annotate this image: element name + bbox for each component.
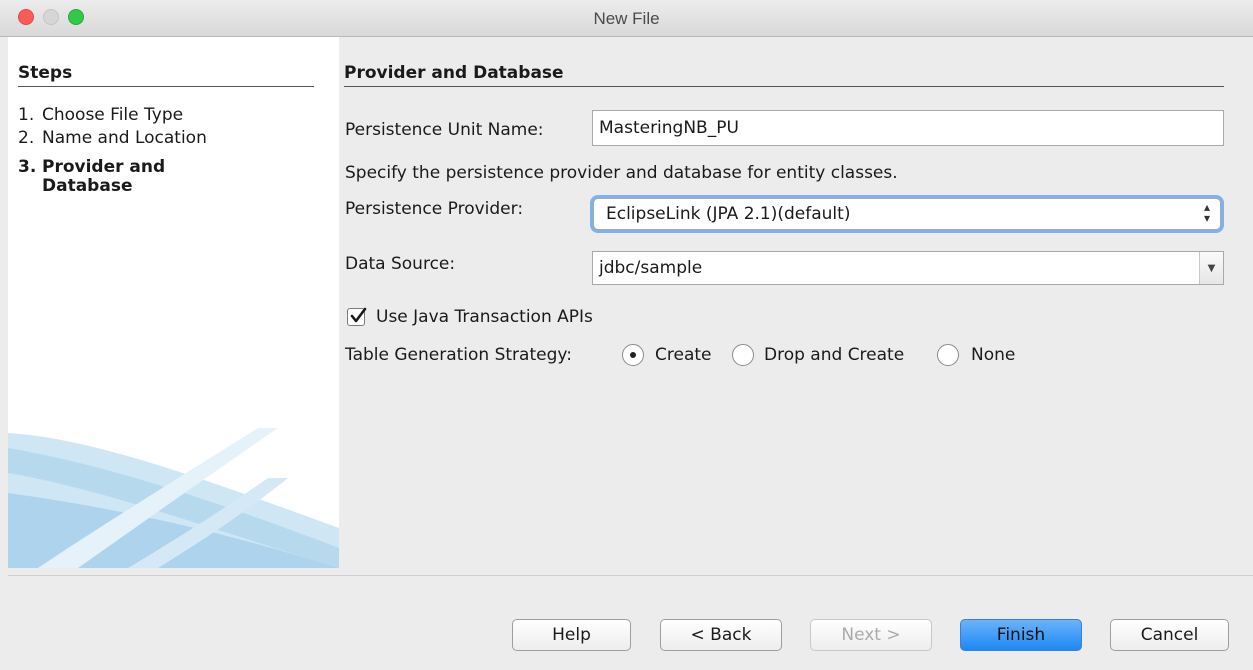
provider-popup[interactable]: EclipseLink (JPA 2.1)(default) ▴ ▾	[593, 198, 1221, 230]
provider-value: EclipseLink (JPA 2.1)(default)	[606, 204, 851, 224]
updown-arrows-icon: ▴ ▾	[1203, 200, 1210, 225]
radio-drop-and-create-label[interactable]: Drop and Create	[764, 345, 904, 365]
datasource-label: Data Source:	[345, 254, 456, 274]
jta-label: Use Java Transaction APIs	[376, 307, 593, 327]
radio-none-label[interactable]: None	[971, 345, 1015, 365]
steps-panel: Steps 1. Choose File Type 2. Name and Loca…	[8, 37, 339, 568]
step-number: 2.	[18, 128, 35, 148]
pu-name-label: Persistence Unit Name:	[345, 120, 544, 140]
chevron-down-icon[interactable]: ▼	[1199, 252, 1223, 284]
radio-drop-and-create[interactable]	[732, 344, 754, 366]
section-divider	[344, 86, 1224, 87]
radio-none[interactable]	[937, 344, 959, 366]
next-button[interactable]: Next >	[810, 619, 932, 651]
datasource-combobox[interactable]: jdbc/sample ▼	[592, 251, 1224, 285]
wizard-content: Provider and Database Persistence Unit N…	[339, 37, 1253, 575]
window-title: New File	[593, 9, 660, 28]
step-label: Name and Location	[42, 128, 207, 148]
step-item-1: 1. Choose File Type	[18, 106, 183, 125]
checkmark-icon	[350, 307, 367, 323]
datasource-value: jdbc/sample	[599, 258, 703, 278]
provider-label: Persistence Provider:	[345, 199, 524, 219]
step-number: 1.	[18, 105, 35, 125]
steps-title: Steps	[18, 63, 73, 83]
back-button[interactable]: < Back	[660, 619, 782, 651]
step-item-3-current: 3. Provider and Database	[18, 158, 165, 196]
pu-name-field[interactable]: MasteringNB_PU	[592, 110, 1224, 146]
strategy-label: Table Generation Strategy:	[345, 345, 572, 365]
section-title: Provider and Database	[344, 63, 564, 83]
step-label: Choose File Type	[42, 105, 184, 125]
help-button[interactable]: Help	[512, 619, 631, 651]
step-label-continued: Database	[42, 176, 133, 196]
jta-checkbox[interactable]	[347, 307, 367, 326]
title-bar: New File	[0, 0, 1253, 37]
footer-divider	[8, 575, 1253, 576]
step-number: 3.	[18, 157, 37, 177]
description-text: Specify the persistence provider and dat…	[345, 163, 898, 183]
cancel-button[interactable]: Cancel	[1110, 619, 1229, 651]
step-label: Provider and	[42, 157, 166, 177]
radio-create-label[interactable]: Create	[655, 345, 712, 365]
radio-create[interactable]	[622, 344, 644, 366]
wizard-swoosh-graphic	[8, 428, 339, 568]
finish-button[interactable]: Finish	[960, 619, 1082, 651]
step-item-2: 2. Name and Location	[18, 129, 207, 148]
steps-divider	[18, 86, 314, 87]
